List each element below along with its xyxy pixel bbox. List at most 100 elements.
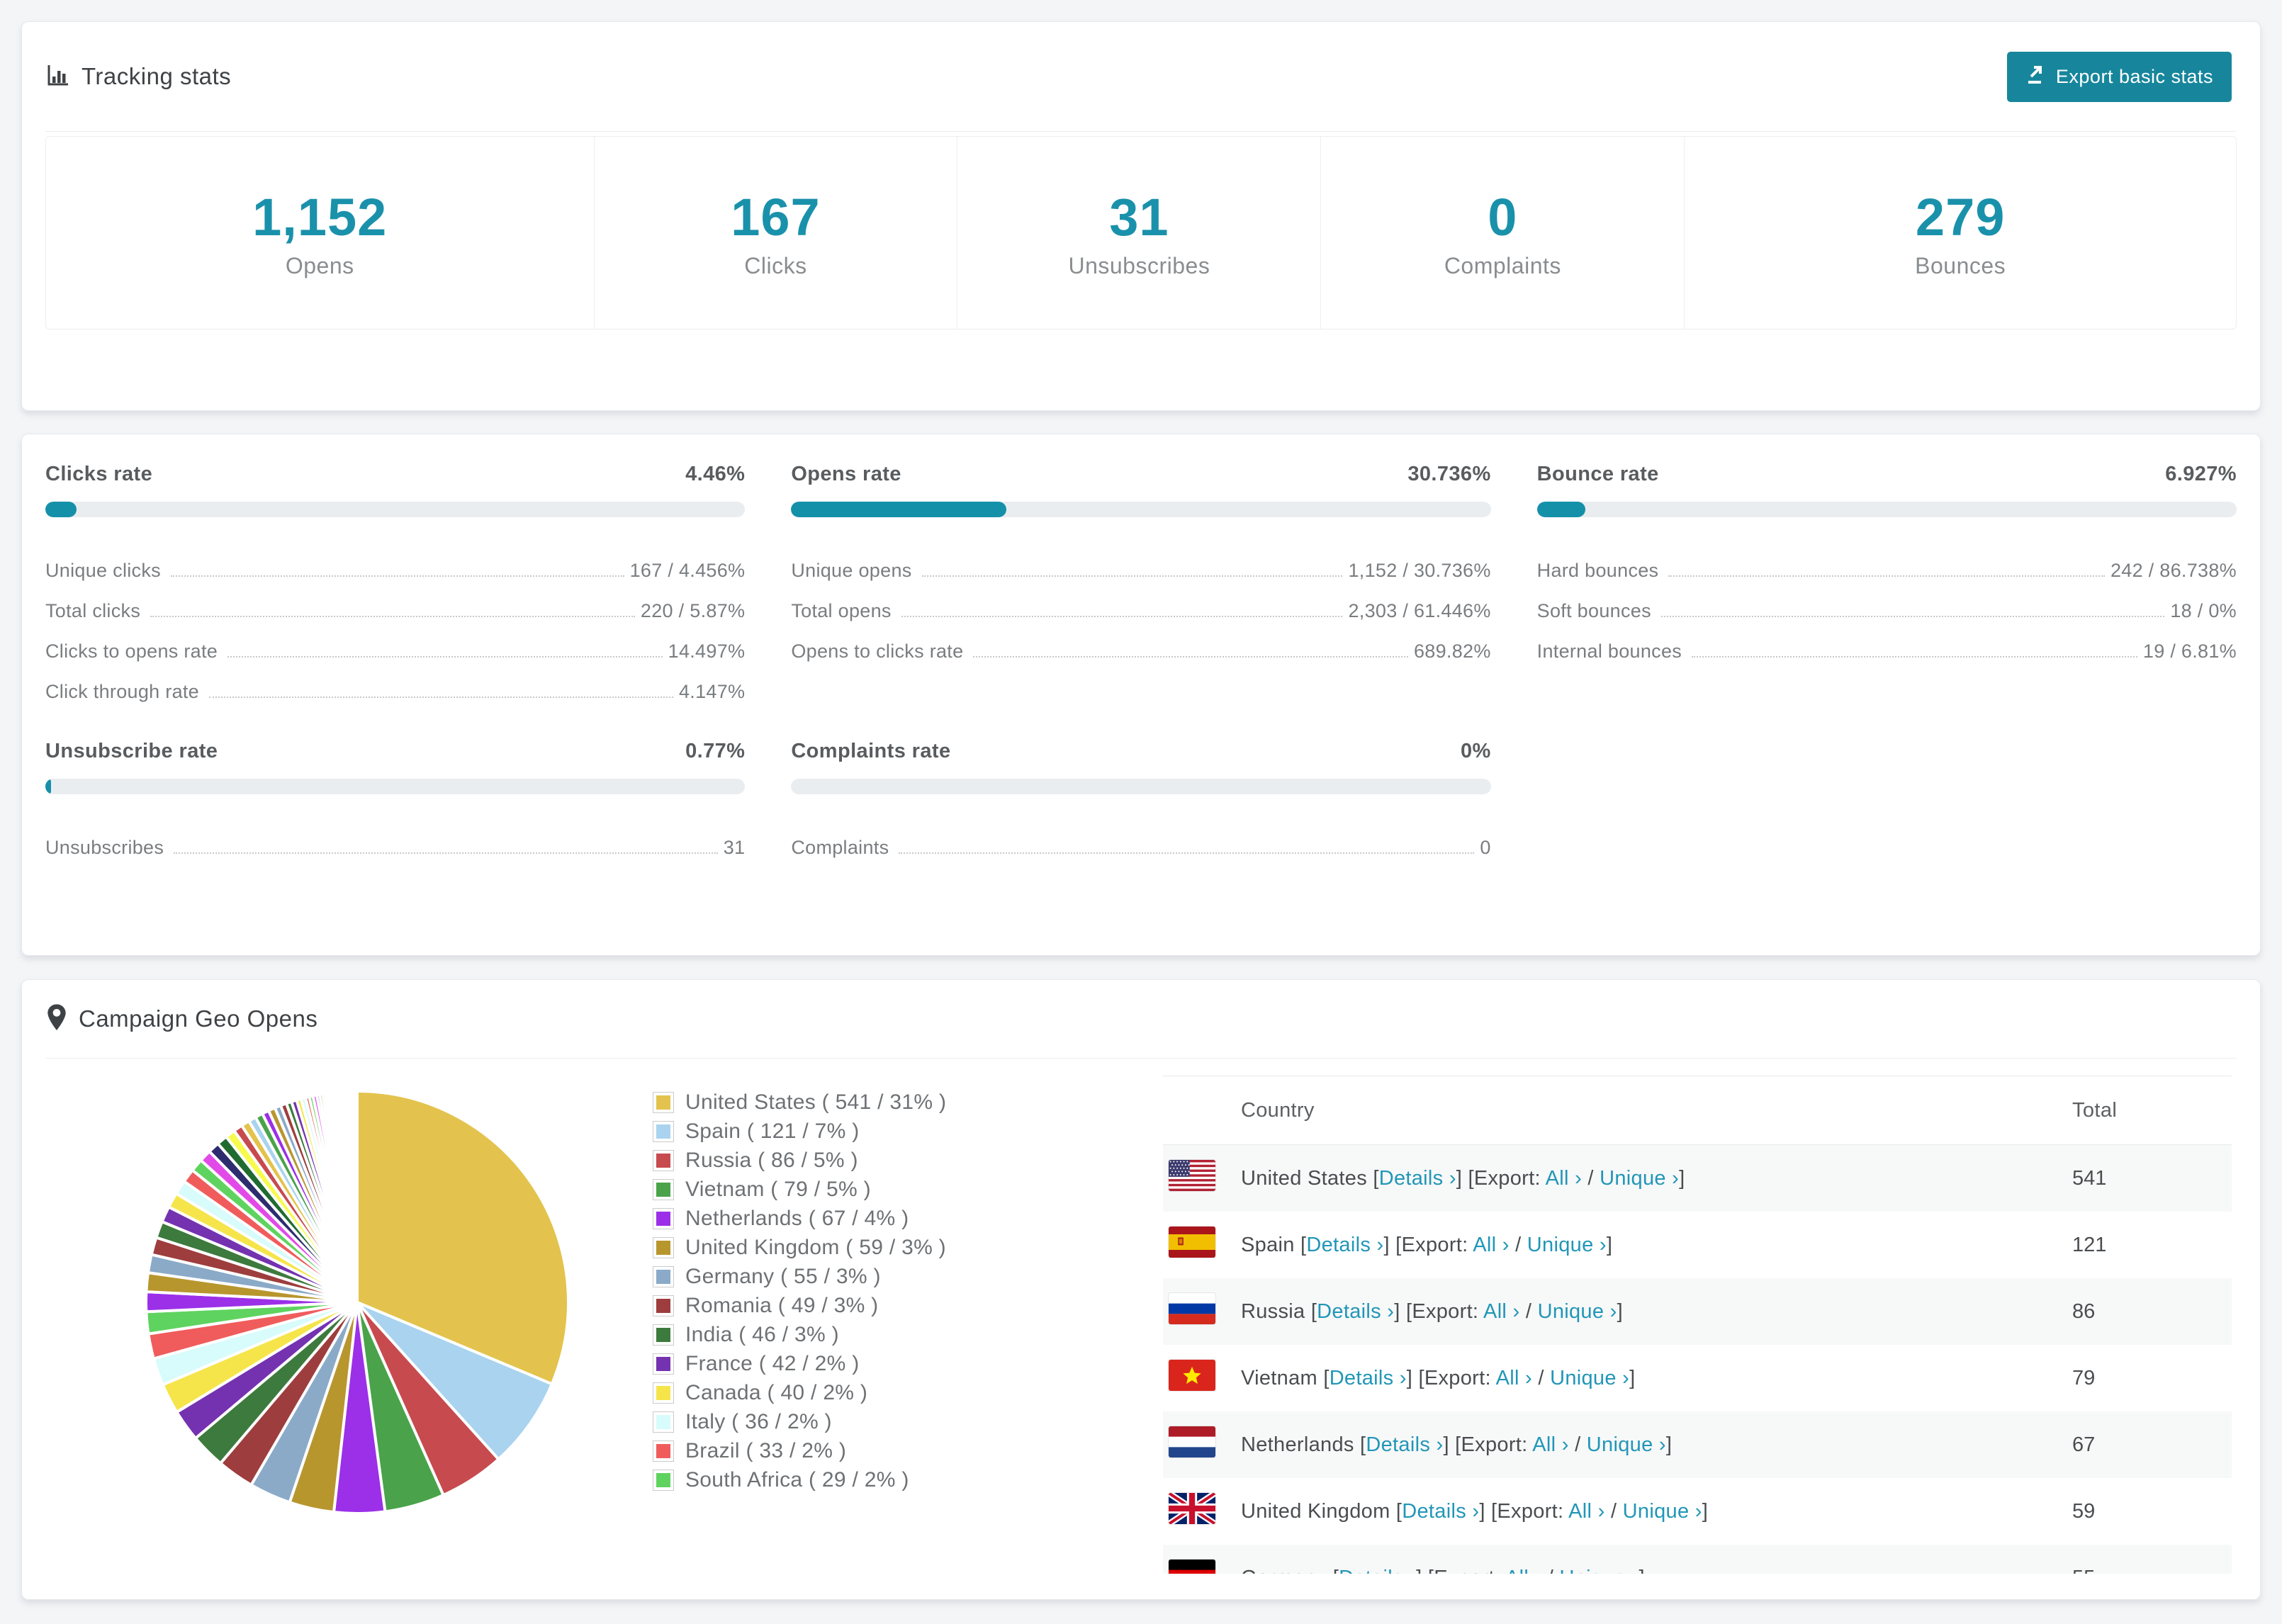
pie-legend: United States ( 541 / 31% ) Spain ( 121 /… <box>653 1088 946 1494</box>
bracket: [ <box>1323 1366 1330 1389</box>
legend-label: Russia ( 86 / 5% ) <box>685 1148 858 1172</box>
geo-country-table[interactable]: Country Total United States [Details ›] … <box>1163 1076 2232 1574</box>
details-link[interactable]: Details › <box>1317 1300 1394 1323</box>
legend-label: Romania ( 49 / 3% ) <box>685 1293 879 1317</box>
total-cell: 121 <box>2072 1233 2107 1256</box>
rate-progress-fill <box>45 779 51 794</box>
rate-detail-rows: Unique clicks 167 / 4.456% Total clicks 220… <box>45 541 745 703</box>
export-label: Export: <box>1424 1366 1496 1389</box>
legend-item-united-states: United States ( 541 / 31% ) <box>653 1088 946 1117</box>
flag-cell <box>1163 1426 1241 1463</box>
export-all-link[interactable]: All › <box>1505 1567 1541 1574</box>
bracket: [ <box>1395 1499 1403 1523</box>
legend-item-india: India ( 46 / 3% ) <box>653 1320 946 1349</box>
export-all-link[interactable]: All › <box>1496 1367 1532 1389</box>
total-cell: 86 <box>2072 1299 2096 1323</box>
us-flag-icon <box>1168 1159 1216 1197</box>
stat-value: 0 <box>1488 187 1518 247</box>
country-cell: Germany [Details ›] [Export: All › / Uni… <box>1241 1567 2072 1574</box>
flag-cell <box>1163 1559 1241 1574</box>
rate-detail-value: 1,152 / 30.736% <box>1348 560 1491 581</box>
rate-head: Opens rate 30.736% <box>791 463 1490 486</box>
tracking-stats-card: Tracking stats Export basic stats 1,152 O… <box>21 21 2261 411</box>
details-link[interactable]: Details › <box>1379 1167 1456 1190</box>
export-unique-link[interactable]: Unique › <box>1559 1567 1639 1574</box>
rate-detail-row: Unique opens 1,152 / 30.736% <box>791 541 1490 582</box>
stat-cell-opens: 1,152 Opens <box>46 137 594 329</box>
rate-detail-value: 0 <box>1480 837 1491 858</box>
legend-item-vietnam: Vietnam ( 79 / 5% ) <box>653 1175 946 1204</box>
flag-cell <box>1163 1359 1241 1397</box>
export-all-link[interactable]: All › <box>1546 1167 1582 1190</box>
rate-detail-row: Clicks to opens rate 14.497% <box>45 622 745 662</box>
rate-detail-row: Internal bounces 19 / 6.81% <box>1537 622 2237 662</box>
rate-detail-rows: Complaints 0 <box>791 818 1490 859</box>
export-label: Export: <box>1461 1433 1533 1456</box>
dotted-leader <box>973 656 1408 658</box>
country-name: Netherlands <box>1241 1433 1361 1456</box>
dotted-leader <box>227 656 663 658</box>
export-unique-link[interactable]: Unique › <box>1527 1234 1607 1256</box>
rate-head: Unsubscribe rate 0.77% <box>45 740 745 763</box>
legend-label: India ( 46 / 3% ) <box>685 1322 839 1346</box>
dotted-leader <box>209 697 673 698</box>
geo-table-row-us: United States [Details ›] [Export: All ›… <box>1163 1145 2232 1212</box>
dotted-leader <box>901 616 1343 617</box>
rate-detail-rows: Unsubscribes 31 <box>45 818 745 859</box>
legend-item-canada: Canada ( 40 / 2% ) <box>653 1378 946 1407</box>
page-title: Tracking stats <box>82 63 232 89</box>
dotted-leader <box>1660 616 2165 617</box>
rate-detail-label: Clicks to opens rate <box>45 641 218 662</box>
export-unique-link[interactable]: Unique › <box>1587 1433 1666 1456</box>
export-unique-link[interactable]: Unique › <box>1538 1300 1617 1323</box>
export-basic-stats-button[interactable]: Export basic stats <box>2006 51 2232 102</box>
pie-slice-71 <box>354 1089 359 1303</box>
bracket: ] [ <box>1394 1299 1412 1323</box>
country-name: Vietnam <box>1241 1366 1324 1389</box>
bracket: ] <box>1679 1166 1685 1190</box>
rate-detail-rows: Unique opens 1,152 / 30.736% Total opens 2,… <box>791 541 1490 662</box>
legend-item-romania: Romania ( 49 / 3% ) <box>653 1291 946 1320</box>
details-link[interactable]: Details › <box>1339 1567 1416 1574</box>
rate-detail-row: Hard bounces 242 / 86.738% <box>1537 541 2237 582</box>
export-all-link[interactable]: All › <box>1532 1433 1568 1456</box>
export-all-link[interactable]: All › <box>1483 1300 1519 1323</box>
rate-detail-label: Total opens <box>791 600 892 621</box>
export-unique-link[interactable]: Unique › <box>1550 1367 1629 1389</box>
rate-detail-label: Complaints <box>791 837 889 858</box>
details-link[interactable]: Details › <box>1330 1367 1407 1389</box>
rate-detail-row: Opens to clicks rate 689.82% <box>791 622 1490 662</box>
bracket: ] [ <box>1479 1499 1497 1523</box>
bracket: ] <box>1702 1499 1709 1523</box>
rate-block-bounce-rate: Bounce rate 6.927% Hard bounces 242 / 86.73… <box>1536 463 2237 703</box>
bracket: ] [ <box>1456 1166 1474 1190</box>
export-all-link[interactable]: All › <box>1473 1234 1509 1256</box>
bracket: ] [ <box>1443 1433 1461 1456</box>
flag-cell <box>1163 1490 1241 1530</box>
details-link[interactable]: Details › <box>1402 1500 1479 1523</box>
details-link[interactable]: Details › <box>1306 1234 1383 1256</box>
rate-block-complaints-rate: Complaints rate 0% Complaints 0 <box>791 740 1491 859</box>
geo-title-wrap: Campaign Geo Opens <box>45 1003 317 1035</box>
geo-opens-pie-chart <box>137 1083 577 1522</box>
stat-label: Bounces <box>1915 252 2006 278</box>
rate-detail-label: Hard bounces <box>1536 560 1659 581</box>
export-unique-link[interactable]: Unique › <box>1623 1500 1702 1523</box>
export-unique-link[interactable]: Unique › <box>1600 1167 1679 1190</box>
export-label: Export: <box>1473 1166 1546 1190</box>
legend-item-france: France ( 42 / 2% ) <box>653 1349 946 1378</box>
legend-label: Spain ( 121 / 7% ) <box>685 1119 860 1143</box>
legend-swatch <box>653 1091 674 1113</box>
gb-flag-icon <box>1167 1490 1218 1530</box>
legend-swatch <box>653 1440 674 1462</box>
export-button-label: Export basic stats <box>2055 65 2213 87</box>
rate-detail-value: 18 / 0% <box>2170 600 2237 621</box>
geo-table-header-row: Country Total <box>1163 1076 2232 1145</box>
export-all-link[interactable]: All › <box>1568 1500 1604 1523</box>
rate-detail-rows: Hard bounces 242 / 86.738% Soft bounces 18 … <box>1537 541 2237 662</box>
rate-detail-value: 220 / 5.87% <box>640 600 746 621</box>
rate-detail-value: 14.497% <box>668 641 746 662</box>
details-link[interactable]: Details › <box>1366 1433 1443 1456</box>
rate-detail-label: Unique opens <box>791 560 912 581</box>
nl-flag-icon <box>1168 1426 1216 1463</box>
